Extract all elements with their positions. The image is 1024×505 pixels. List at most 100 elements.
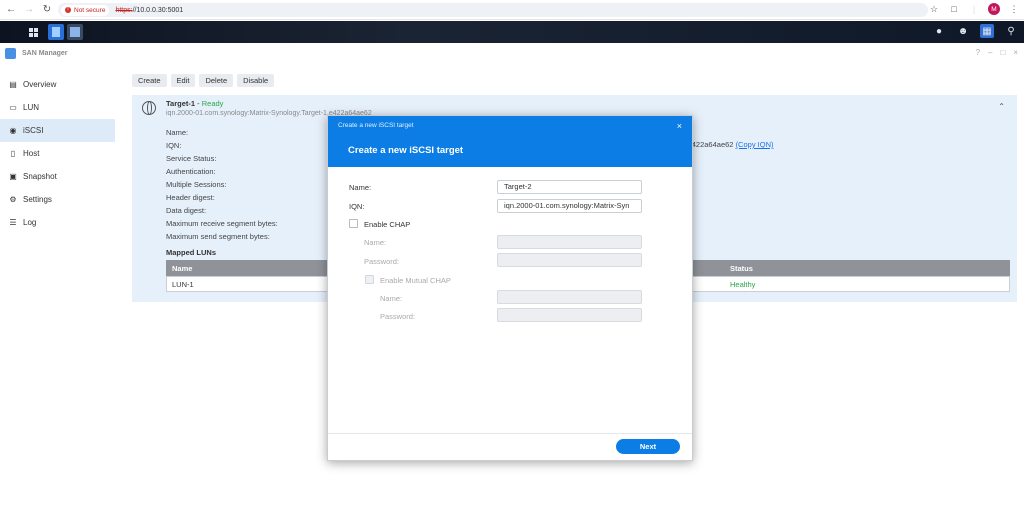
prop-multiple-sessions-label: Multiple Sessions: <box>166 180 227 189</box>
delete-button[interactable]: Delete <box>199 74 234 87</box>
mutual-chap-password-input[interactable] <box>497 308 642 322</box>
address-bar[interactable]: ! Not secure https://10.0.0.30:5001 <box>58 3 928 17</box>
next-button[interactable]: Next <box>616 439 680 454</box>
name-label: Name: <box>349 183 372 192</box>
close-window-icon[interactable]: × <box>1013 48 1018 57</box>
san-manager-taskbar-icon[interactable] <box>67 24 83 40</box>
user-icon[interactable]: ☻ <box>956 24 970 38</box>
sidebar-item-log[interactable]: ☰ Log <box>0 211 115 234</box>
enable-mutual-chap-checkbox[interactable] <box>365 275 374 284</box>
prop-name-label: Name: <box>166 128 189 137</box>
search-icon[interactable]: ⚲ <box>1004 24 1018 38</box>
menu-dots-icon[interactable]: ⋮ <box>1008 3 1020 15</box>
column-header-name[interactable]: Name <box>172 264 192 273</box>
chap-password-input[interactable] <box>497 253 642 267</box>
target-name: Target-1 <box>166 99 196 108</box>
host-icon: ▯ <box>10 149 16 158</box>
browser-toolbar: ← → ↻ ! Not secure https://10.0.0.30:500… <box>0 0 1024 20</box>
sidebar-item-label: Snapshot <box>23 172 57 181</box>
action-toolbar: Create Edit Delete Disable <box>132 74 275 87</box>
prop-authentication-label: Authentication: <box>166 167 216 176</box>
mutual-chap-name-input[interactable] <box>497 290 642 304</box>
iqn-value: c422a64ae62 (Copy IQN) <box>688 140 773 149</box>
camera-icon: ▣ <box>9 172 17 181</box>
edit-button[interactable]: Edit <box>170 74 196 87</box>
minimize-icon[interactable]: – <box>988 48 992 57</box>
forward-icon[interactable]: → <box>22 3 36 17</box>
sidebar-item-label: LUN <box>23 103 40 112</box>
extensions-icon[interactable]: □ <box>948 3 960 15</box>
list-icon: ☰ <box>9 218 17 227</box>
dialog-header: Create a new iSCSI target × Create a new… <box>328 116 692 167</box>
chevron-up-icon[interactable]: ⌃ <box>998 102 1005 111</box>
sidebar-item-snapshot[interactable]: ▣ Snapshot <box>0 165 115 188</box>
sidebar-item-settings[interactable]: ⚙ Settings <box>0 188 115 211</box>
bookmark-star-icon[interactable]: ☆ <box>928 3 940 15</box>
enable-mutual-chap-label[interactable]: Enable Mutual CHAP <box>380 276 451 285</box>
prop-data-digest-label: Data digest: <box>166 206 207 215</box>
sidebar-item-label: Overview <box>23 80 57 89</box>
sidebar-item-host[interactable]: ▯ Host <box>0 142 115 165</box>
gear-icon: ⚙ <box>9 195 17 204</box>
chap-name-label: Name: <box>364 238 387 247</box>
overview-icon: ▤ <box>9 80 17 89</box>
globe-icon <box>142 101 156 115</box>
app-title: SAN Manager <box>22 49 68 57</box>
lun-icon: ▭ <box>9 103 17 112</box>
dialog-footer-divider <box>328 433 692 434</box>
prop-max-receive-label: Maximum receive segment bytes: <box>166 219 278 228</box>
widgets-icon[interactable]: ▦ <box>980 24 994 38</box>
main-menu-button[interactable] <box>22 22 44 42</box>
iqn-input[interactable]: iqn.2000-01.com.synology:Matrix-Syn <box>497 199 642 213</box>
chap-name-input[interactable] <box>497 235 642 249</box>
enable-chap-label[interactable]: Enable CHAP <box>364 220 410 229</box>
sidebar: ▤ Overview ▭ LUN ◉ iSCSI ▯ Host ▣ Snapsh… <box>0 73 115 234</box>
lun-name-cell: LUN-1 <box>172 280 194 289</box>
prop-service-status-label: Service Status: <box>166 154 217 163</box>
maximize-icon[interactable]: □ <box>1000 48 1005 57</box>
sidebar-item-lun[interactable]: ▭ LUN <box>0 96 115 119</box>
enable-chap-checkbox[interactable] <box>349 219 358 228</box>
mutual-chap-name-label: Name: <box>380 294 403 303</box>
iqn-value-tail: c422a64ae62 <box>688 140 734 149</box>
file-station-taskbar-icon[interactable] <box>48 24 64 40</box>
create-button[interactable]: Create <box>132 74 167 87</box>
help-icon[interactable]: ? <box>976 48 980 57</box>
san-manager-logo-icon <box>5 47 16 59</box>
app-window-header: SAN Manager ? – □ × <box>0 43 1024 63</box>
copy-iqn-link[interactable]: (Copy IQN) <box>736 140 774 149</box>
back-icon[interactable]: ← <box>4 3 18 17</box>
prop-max-send-label: Maximum send segment bytes: <box>166 232 270 241</box>
warning-icon: ! <box>65 7 71 13</box>
security-chip[interactable]: ! Not secure <box>61 4 110 16</box>
iscsi-icon: ◉ <box>9 126 17 135</box>
target-name-input[interactable]: Target-2 <box>497 180 642 194</box>
mapped-luns-title: Mapped LUNs <box>166 248 217 257</box>
chap-password-label: Password: <box>364 257 400 266</box>
mutual-chap-password-label: Password: <box>380 312 416 321</box>
sidebar-item-label: iSCSI <box>23 126 44 135</box>
url-scheme: https: <box>115 6 133 14</box>
target-title: Target-1 - Ready <box>166 99 223 108</box>
disable-button[interactable]: Disable <box>237 74 275 87</box>
lun-status-cell: Healthy <box>730 280 756 289</box>
notification-icon[interactable]: ● <box>932 24 946 38</box>
sidebar-item-iscsi[interactable]: ◉ iSCSI <box>0 119 115 142</box>
create-target-dialog: Create a new iSCSI target × Create a new… <box>327 115 693 461</box>
dialog-window-title: Create a new iSCSI target <box>338 122 414 129</box>
grid-icon <box>28 27 38 37</box>
column-header-status[interactable]: Status <box>730 264 753 273</box>
sidebar-item-label: Log <box>23 218 37 227</box>
prop-header-digest-label: Header digest: <box>166 193 215 202</box>
security-label: Not secure <box>74 6 106 14</box>
close-icon[interactable]: × <box>677 121 682 131</box>
profile-avatar[interactable]: M <box>988 3 1000 15</box>
divider-icon: | <box>972 4 976 14</box>
reload-icon[interactable]: ↻ <box>40 3 54 17</box>
sidebar-item-overview[interactable]: ▤ Overview <box>0 73 115 96</box>
target-separator: - <box>197 99 200 108</box>
sidebar-item-label: Settings <box>23 195 52 204</box>
iqn-label: IQN: <box>349 202 365 211</box>
dialog-heading: Create a new iSCSI target <box>348 145 464 156</box>
dsm-taskbar: ● ☻ ▦ ⚲ <box>0 21 1024 43</box>
